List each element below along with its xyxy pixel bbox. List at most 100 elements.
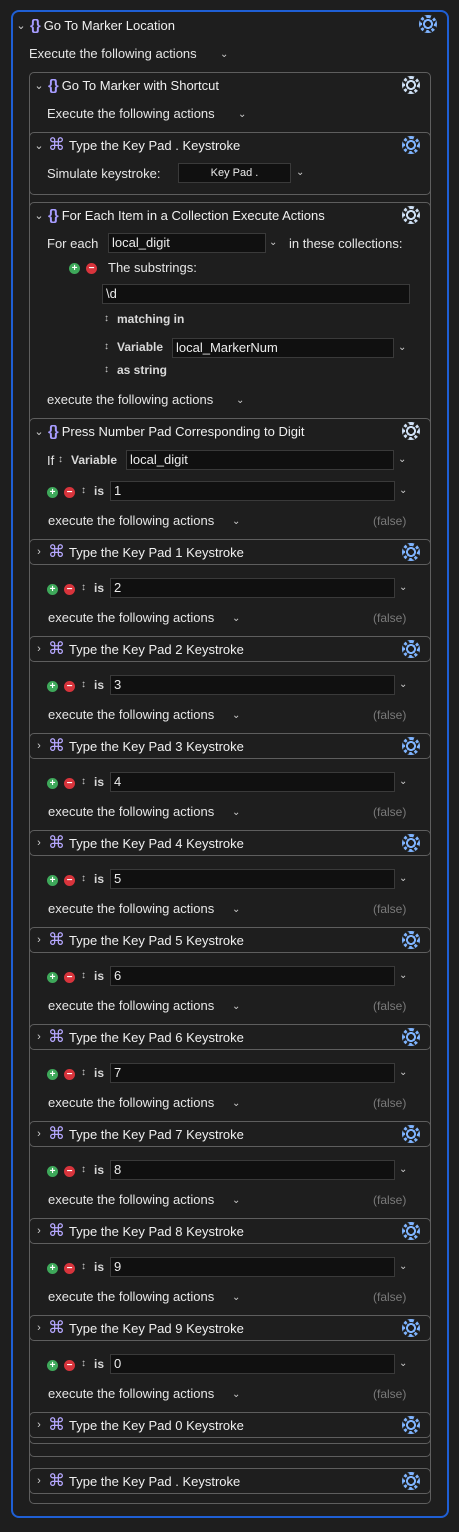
updown-icon[interactable]: ↕ <box>81 1358 86 1369</box>
keystroke-header[interactable]: ⌄ ⌘ Type the Key Pad . Keystroke <box>32 134 240 156</box>
switch-header[interactable]: ⌄ {} Press Number Pad Corresponding to D… <box>32 420 304 442</box>
chevron-right-icon[interactable]: › <box>32 643 46 655</box>
chevron-down-icon[interactable]: ⌄ <box>399 485 407 496</box>
updown-icon[interactable]: ↕ <box>104 341 109 352</box>
updown-icon[interactable]: ↕ <box>104 313 109 324</box>
chevron-down-icon[interactable]: ⌄ <box>232 1195 240 1206</box>
case-action-header[interactable]: › ⌘ Type the Key Pad 6 Keystroke <box>32 1026 244 1048</box>
gear-icon[interactable] <box>419 15 437 33</box>
updown-icon[interactable]: ↕ <box>81 873 86 884</box>
chevron-down-icon[interactable]: ⌄ <box>232 1001 240 1012</box>
chevron-right-icon[interactable]: › <box>32 1475 46 1487</box>
gear-icon[interactable] <box>402 1416 420 1434</box>
updown-icon[interactable]: ↕ <box>58 454 63 465</box>
remove-icon[interactable]: − <box>86 263 97 274</box>
updown-icon[interactable]: ↕ <box>81 776 86 787</box>
updown-icon[interactable]: ↕ <box>81 970 86 981</box>
chevron-down-icon[interactable]: ⌄ <box>399 873 407 884</box>
case-value-field[interactable]: 8 <box>110 1160 395 1180</box>
chevron-down-icon[interactable]: ⌄ <box>398 454 406 465</box>
case-action-header[interactable]: › ⌘ Type the Key Pad 7 Keystroke <box>32 1123 244 1145</box>
chevron-down-icon[interactable]: ⌄ <box>232 1292 240 1303</box>
add-case-icon[interactable]: + <box>47 487 58 498</box>
case-action-header[interactable]: › ⌘ Type the Key Pad 3 Keystroke <box>32 735 244 757</box>
chevron-right-icon[interactable]: › <box>32 740 46 752</box>
chevron-down-icon[interactable]: ⌄ <box>32 209 46 222</box>
updown-icon[interactable]: ↕ <box>104 364 109 375</box>
chevron-down-icon[interactable]: ⌄ <box>232 807 240 818</box>
chevron-down-icon[interactable]: ⌄ <box>399 1358 407 1369</box>
chevron-right-icon[interactable]: › <box>32 1322 46 1334</box>
remove-case-icon[interactable]: − <box>64 778 75 789</box>
chevron-down-icon[interactable]: ⌄ <box>399 1067 407 1078</box>
gear-icon[interactable] <box>402 136 420 154</box>
remove-case-icon[interactable]: − <box>64 584 75 595</box>
chevron-down-icon[interactable]: ⌄ <box>399 970 407 981</box>
add-case-icon[interactable]: + <box>47 1263 58 1274</box>
chevron-down-icon[interactable]: ⌄ <box>232 516 240 527</box>
chevron-down-icon[interactable]: ⌄ <box>399 1164 407 1175</box>
updown-icon[interactable]: ↕ <box>81 1067 86 1078</box>
chevron-down-icon[interactable]: ⌄ <box>220 49 228 60</box>
gear-icon[interactable] <box>402 1319 420 1337</box>
keystroke-field[interactable]: Key Pad . <box>178 163 291 183</box>
gear-icon[interactable] <box>402 1028 420 1046</box>
group-header[interactable]: ⌄ {} Go To Marker with Shortcut <box>32 74 219 96</box>
chevron-down-icon[interactable]: ⌄ <box>232 904 240 915</box>
chevron-down-icon[interactable]: ⌄ <box>269 237 277 248</box>
gear-icon[interactable] <box>402 931 420 949</box>
chevron-right-icon[interactable]: › <box>32 1128 46 1140</box>
add-case-icon[interactable]: + <box>47 1069 58 1080</box>
add-case-icon[interactable]: + <box>47 1360 58 1371</box>
chevron-down-icon[interactable]: ⌄ <box>399 776 407 787</box>
chevron-down-icon[interactable]: ⌄ <box>236 395 244 406</box>
add-case-icon[interactable]: + <box>47 875 58 886</box>
case-action-header[interactable]: › ⌘ Type the Key Pad 9 Keystroke <box>32 1317 244 1339</box>
chevron-down-icon[interactable]: ⌄ <box>32 139 46 152</box>
regex-field[interactable]: \d <box>102 284 410 304</box>
add-case-icon[interactable]: + <box>47 584 58 595</box>
add-icon[interactable]: + <box>69 263 80 274</box>
chevron-down-icon[interactable]: ⌄ <box>399 582 407 593</box>
add-case-icon[interactable]: + <box>47 681 58 692</box>
case-action-header[interactable]: › ⌘ Type the Key Pad 1 Keystroke <box>32 541 244 563</box>
gear-icon[interactable] <box>402 1125 420 1143</box>
gear-icon[interactable] <box>402 76 420 94</box>
chevron-down-icon[interactable]: ⌄ <box>32 79 46 92</box>
gear-icon[interactable] <box>402 1472 420 1490</box>
case-action-header[interactable]: › ⌘ Type the Key Pad 4 Keystroke <box>32 832 244 854</box>
case-value-field[interactable]: 0 <box>110 1354 395 1374</box>
case-value-field[interactable]: 9 <box>110 1257 395 1277</box>
remove-case-icon[interactable]: − <box>64 875 75 886</box>
chevron-down-icon[interactable]: ⌄ <box>238 109 246 120</box>
add-case-icon[interactable]: + <box>47 778 58 789</box>
gear-icon[interactable] <box>402 543 420 561</box>
chevron-down-icon[interactable]: ⌄ <box>399 679 407 690</box>
remove-case-icon[interactable]: − <box>64 487 75 498</box>
macro-header[interactable]: ⌄ {} Go To Marker Location <box>14 14 175 36</box>
chevron-down-icon[interactable]: ⌄ <box>232 1389 240 1400</box>
case-action-header[interactable]: › ⌘ Type the Key Pad 0 Keystroke <box>32 1414 244 1436</box>
chevron-down-icon[interactable]: ⌄ <box>32 425 46 438</box>
foreach-header[interactable]: ⌄ {} For Each Item in a Collection Execu… <box>32 204 324 226</box>
gear-icon[interactable] <box>402 640 420 658</box>
updown-icon[interactable]: ↕ <box>81 582 86 593</box>
remove-case-icon[interactable]: − <box>64 1263 75 1274</box>
gear-icon[interactable] <box>402 737 420 755</box>
gear-icon[interactable] <box>402 834 420 852</box>
foreach-variable-field[interactable]: local_digit <box>108 233 266 253</box>
remove-case-icon[interactable]: − <box>64 681 75 692</box>
remove-case-icon[interactable]: − <box>64 1360 75 1371</box>
chevron-right-icon[interactable]: › <box>32 1419 46 1431</box>
gear-icon[interactable] <box>402 1222 420 1240</box>
chevron-right-icon[interactable]: › <box>32 1225 46 1237</box>
case-value-field[interactable]: 6 <box>110 966 395 986</box>
case-action-header[interactable]: › ⌘ Type the Key Pad 2 Keystroke <box>32 638 244 660</box>
add-case-icon[interactable]: + <box>47 1166 58 1177</box>
case-action-header[interactable]: › ⌘ Type the Key Pad 8 Keystroke <box>32 1220 244 1242</box>
gear-icon[interactable] <box>402 422 420 440</box>
remove-case-icon[interactable]: − <box>64 1069 75 1080</box>
case-value-field[interactable]: 2 <box>110 578 395 598</box>
remove-case-icon[interactable]: − <box>64 972 75 983</box>
updown-icon[interactable]: ↕ <box>81 1261 86 1272</box>
